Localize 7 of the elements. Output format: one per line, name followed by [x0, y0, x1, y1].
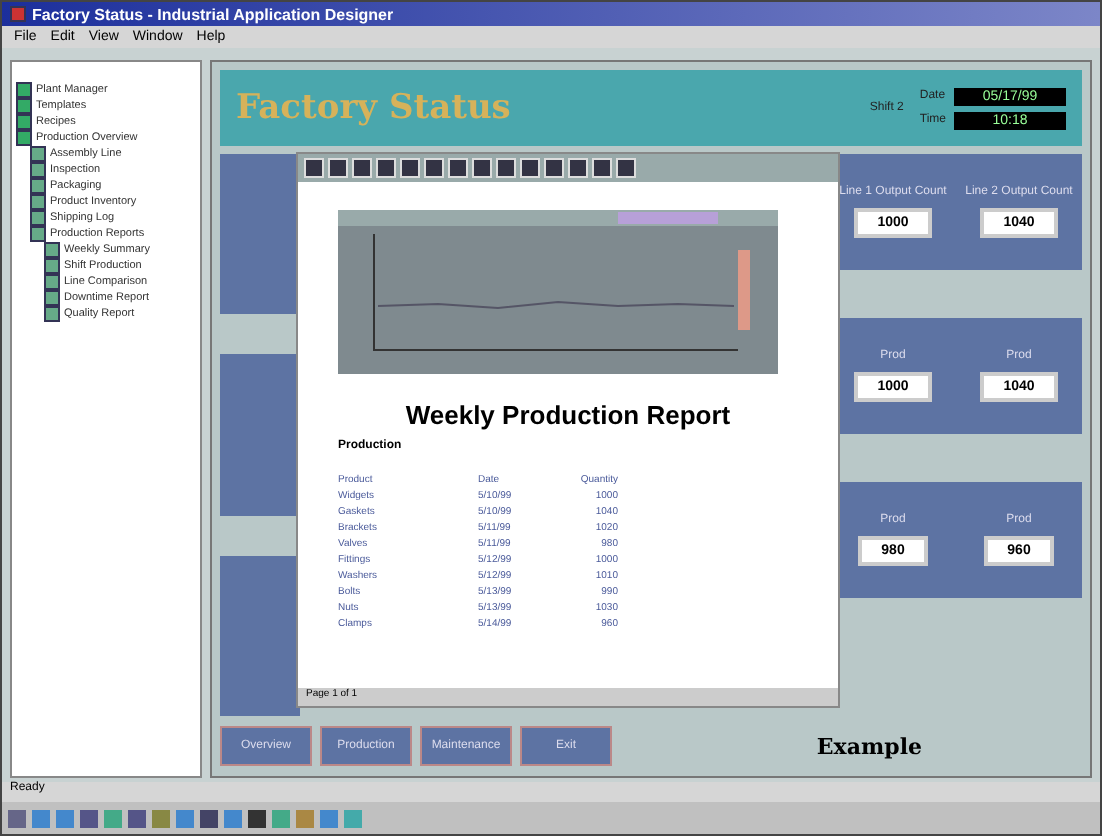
legend-swatch	[618, 212, 718, 224]
scale-bar	[738, 250, 750, 330]
window-title: Factory Status - Industrial Application Designer	[32, 5, 394, 23]
report-title: Weekly Production Report	[403, 400, 733, 430]
app-icon	[10, 6, 26, 22]
header-title: Factory Status	[236, 88, 513, 128]
brand-text: Example	[816, 733, 922, 759]
